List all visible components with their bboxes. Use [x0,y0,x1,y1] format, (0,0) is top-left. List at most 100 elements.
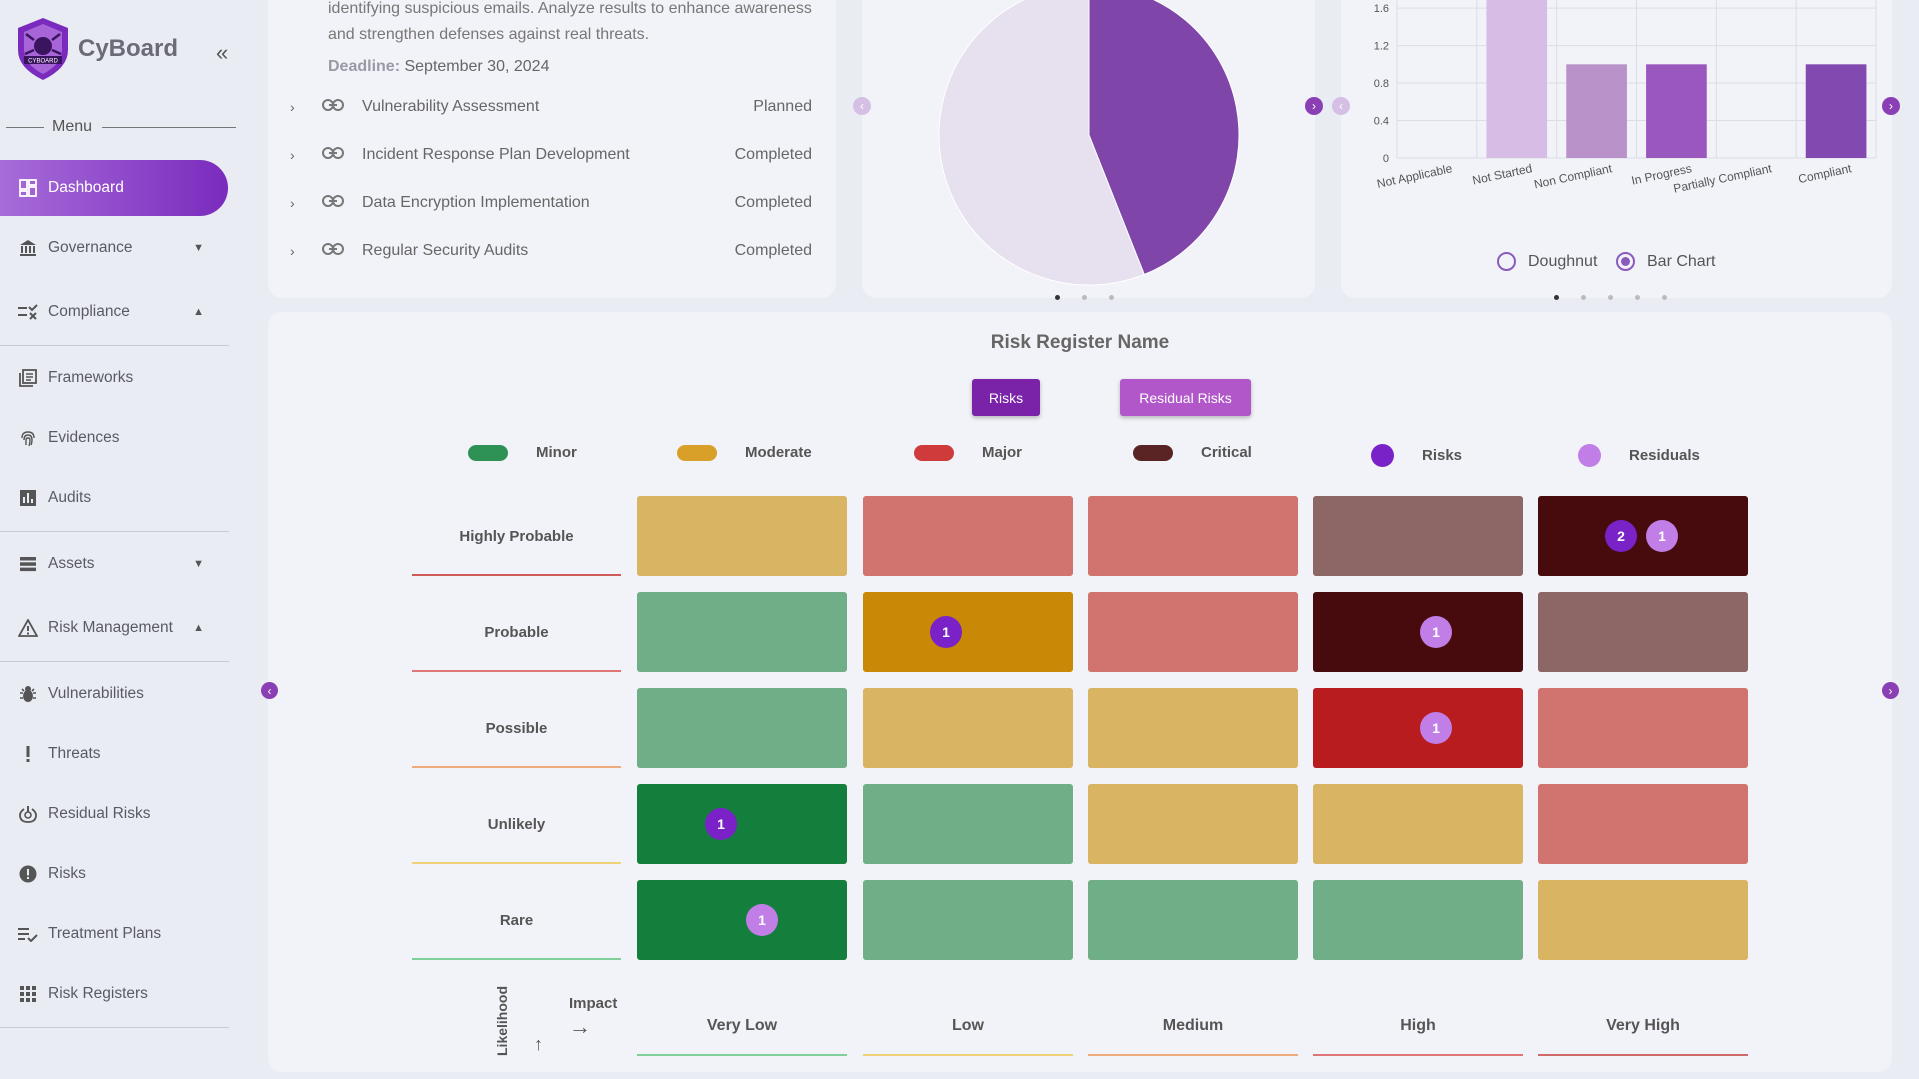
bar[interactable] [1566,64,1627,158]
carousel-dot[interactable] [1082,295,1087,300]
bar[interactable] [1486,0,1548,159]
matrix-cell[interactable] [1538,784,1748,864]
caret-down-icon: ▼ [193,558,204,570]
sidebar-item-label: Compliance [48,303,130,320]
matrix-cell[interactable] [863,496,1073,576]
matrix-cell[interactable] [1313,880,1523,960]
matrix-cell[interactable] [1313,496,1523,576]
sidebar-item-governance[interactable]: Governance ▼ [0,228,228,268]
carousel-next-icon[interactable]: › [1305,97,1323,115]
carousel-dot[interactable] [1662,295,1667,300]
matrix-cell[interactable] [637,688,847,768]
doughnut-radio[interactable] [1497,252,1516,271]
matrix-cell[interactable]: 2 1 [1538,496,1748,576]
chevron-right-icon[interactable]: › [290,243,322,259]
likelihood-label-possible: Possible [412,688,621,768]
matrix-cell[interactable] [637,592,847,672]
sidebar-item-residual-risks[interactable]: Residual Risks [0,794,228,834]
residual-count-badge[interactable]: 1 [1420,712,1452,744]
matrix-cell[interactable] [863,880,1073,960]
likelihood-arrow-icon: ↑ [534,1034,543,1054]
legend-residuals: Residuals [1578,444,1700,467]
carousel-prev-icon[interactable]: ‹ [1332,97,1350,115]
matrix-cell[interactable]: 1 [637,784,847,864]
matrix-cell[interactable] [1088,592,1298,672]
chevron-right-icon[interactable]: › [290,195,322,211]
doughnut-option[interactable]: Doughnut [1497,252,1597,271]
carousel-dot[interactable] [1635,295,1640,300]
sidebar-item-compliance[interactable]: Compliance ▲ [0,292,228,332]
task-status: Planned [753,98,812,115]
matrix-cell[interactable]: 1 [1313,592,1523,672]
matrix-cell[interactable] [1538,592,1748,672]
risk-register-next-icon[interactable]: › [1882,682,1899,699]
chevron-right-icon[interactable]: › [290,99,322,115]
sidebar-item-vulnerabilities[interactable]: Vulnerabilities [0,674,228,714]
sidebar-item-evidences[interactable]: Evidences [0,418,228,458]
residual-count-badge[interactable]: 1 [1420,616,1452,648]
sidebar-divider [0,1027,229,1028]
matrix-cell[interactable] [637,496,847,576]
caret-down-icon: ▼ [193,242,204,254]
matrix-cell[interactable]: 1 [863,592,1073,672]
sidebar-item-label: Residual Risks [48,805,151,822]
carousel-dot[interactable] [1055,295,1060,300]
likelihood-label-rare: Rare [412,880,621,960]
matrix-cell[interactable] [1088,496,1298,576]
residual-count-badge[interactable]: 1 [1646,520,1678,552]
collapse-sidebar-icon[interactable]: « [216,40,228,66]
task-row[interactable]: › Incident Response Plan Development Com… [290,140,812,170]
sidebar-item-threats[interactable]: Threats [0,734,228,774]
sidebar-item-risk-management[interactable]: Risk Management ▲ [0,608,228,648]
bar[interactable] [1805,64,1867,158]
residual-count-badge[interactable]: 1 [746,904,778,936]
carousel-dot[interactable] [1608,295,1613,300]
link-icon [322,98,362,116]
risk-count-badge[interactable]: 1 [705,808,737,840]
storage-icon [18,554,38,574]
matrix-cell[interactable] [1538,688,1748,768]
sidebar-item-frameworks[interactable]: Frameworks [0,358,228,398]
risk-count-badge[interactable]: 1 [930,616,962,648]
matrix-cell[interactable] [863,688,1073,768]
sidebar-item-label: Risk Registers [48,985,148,1002]
rule-icon [18,302,38,322]
sidebar-item-dashboard[interactable]: Dashboard [0,160,228,216]
impact-label-very-high: Very High [1538,996,1748,1056]
matrix-cell[interactable] [1538,880,1748,960]
brand[interactable]: CYBOARD CyBoard [14,16,178,82]
risk-count-badge[interactable]: 2 [1605,520,1637,552]
sidebar-item-assets[interactable]: Assets ▼ [0,544,228,584]
risk-register-prev-icon[interactable]: ‹ [261,682,278,699]
carousel-dot[interactable] [1581,295,1586,300]
matrix-cell[interactable] [1088,880,1298,960]
matrix-cell[interactable] [1088,784,1298,864]
bar[interactable] [1646,64,1707,158]
chevron-right-icon[interactable]: › [290,147,322,163]
legend-moderate: Moderate [677,444,812,461]
risks-tab-button[interactable]: Risks [972,379,1040,416]
cyboard-logo-icon: CYBOARD [18,18,68,80]
carousel-dot[interactable] [1109,295,1114,300]
matrix-cell[interactable]: 1 [637,880,847,960]
bar-chart-option[interactable]: Bar Chart [1616,252,1715,271]
menu-section-label: Menu [0,118,236,136]
matrix-cell[interactable] [1088,688,1298,768]
task-row[interactable]: › Vulnerability Assessment Planned [290,92,812,122]
sidebar-item-treatment-plans[interactable]: Treatment Plans [0,914,228,954]
sidebar-item-risk-registers[interactable]: Risk Registers [0,974,228,1014]
likelihood-label-probable: Probable [412,592,621,672]
matrix-cell[interactable]: 1 [1313,688,1523,768]
task-row[interactable]: › Data Encryption Implementation Complet… [290,188,812,218]
matrix-cell[interactable] [863,784,1073,864]
sidebar-item-audits[interactable]: Audits [0,478,228,518]
carousel-dot[interactable] [1554,295,1559,300]
task-row[interactable]: › Regular Security Audits Completed [290,236,812,266]
carousel-prev-icon[interactable]: ‹ [853,97,871,115]
dashboard-icon [18,178,38,198]
matrix-cell[interactable] [1313,784,1523,864]
sidebar-item-risks[interactable]: Risks [0,854,228,894]
residual-risks-tab-button[interactable]: Residual Risks [1120,379,1251,416]
carousel-next-icon[interactable]: › [1882,97,1900,115]
bar-chart-radio[interactable] [1616,252,1635,271]
